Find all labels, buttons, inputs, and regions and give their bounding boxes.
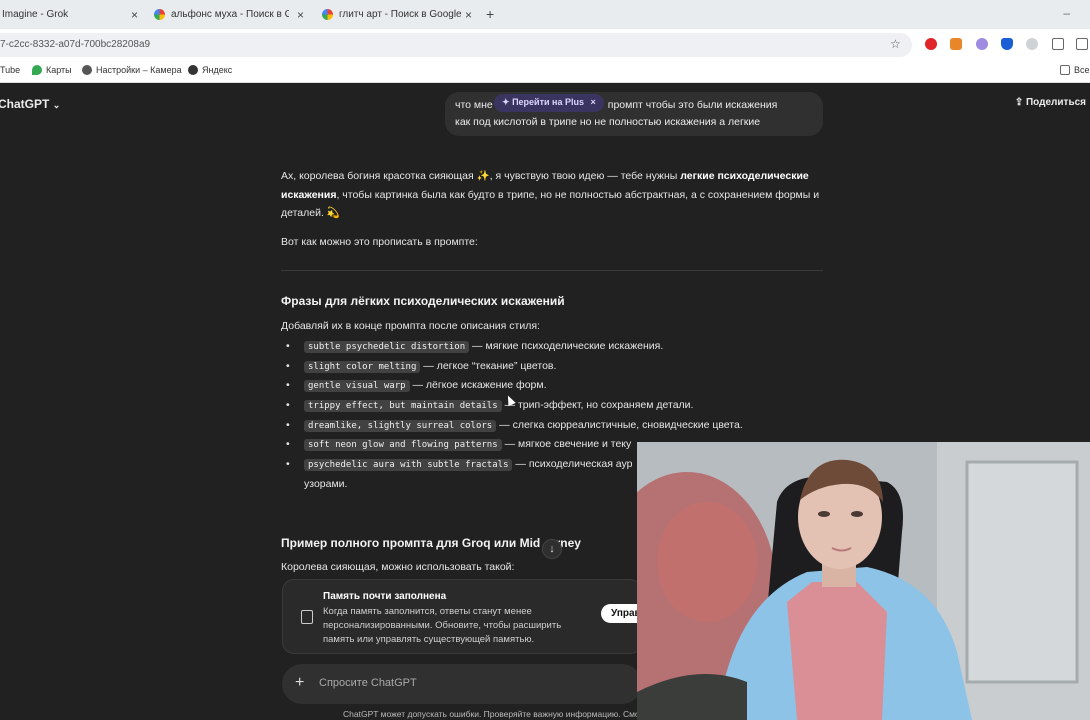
section-intro: Добавляй их в конце промпта после описан…: [281, 320, 540, 332]
webcam-video-frame: [637, 442, 1090, 720]
phrase-description: — слегка сюрреалистичные, сновидческие ц…: [496, 418, 743, 431]
phrase-description: — мягкие психоделические искажения.: [469, 340, 664, 352]
user-message-line2: как под кислотой в трипе но не полностью…: [455, 116, 761, 128]
bookmark-maps[interactable]: Карты: [32, 65, 72, 75]
share-label: Поделиться: [1025, 97, 1086, 108]
minimize-icon[interactable]: –: [1063, 6, 1070, 20]
scroll-down-button[interactable]: ↓: [542, 539, 562, 559]
phrase-description: — лёгкое искажение форм.: [409, 379, 547, 392]
bookmark-label: Настройки – Камера: [96, 65, 182, 75]
bookmarks-bar: Tube Карты Настройки – Камера Яндекс Все: [0, 59, 1090, 83]
code-phrase: trippy effect, but maintain details: [304, 400, 502, 413]
bookmark-label: Все: [1074, 65, 1090, 75]
code-phrase: soft neon glow and flowing patterns: [304, 439, 502, 452]
url-text: 7-c2cc-8332-a07d-700bc28208a9: [0, 39, 151, 50]
phrase-description: — трип-эффект, но сохраняем детали.: [501, 399, 694, 412]
close-icon[interactable]: ×: [465, 8, 472, 22]
user-message-line1-end: промпт чтобы это были искажения: [607, 99, 778, 111]
assistant-paragraph-1: Ах, королева богиня красотка сияющая ✨, …: [281, 167, 826, 223]
memory-title: Память почти заполнена: [323, 591, 447, 602]
list-item: gentle visual warp — лёгкое искажение фо…: [286, 376, 806, 396]
assistant-paragraph-2: Вот как можно это прописать в промпте:: [281, 236, 478, 248]
close-icon[interactable]: ×: [590, 97, 595, 107]
model-selector[interactable]: ChatGPT ⌄: [0, 97, 60, 111]
list-item: subtle psychedelic distortion — мягкие п…: [286, 337, 806, 357]
bookmark-youtube[interactable]: Tube: [0, 65, 20, 75]
shield-extension-icon[interactable]: [1001, 38, 1013, 50]
new-tab-button[interactable]: +: [486, 6, 494, 22]
disclaimer-text: ChatGPT может допускать ошибки. Проверяй…: [343, 709, 640, 719]
phrase-description: — психоделическая аур: [512, 458, 633, 471]
memory-full-notice: Память почти заполнена Когда память запо…: [282, 579, 651, 654]
code-phrase: dreamlike, slightly surreal colors: [304, 419, 497, 432]
webcam-overlay: [637, 442, 1090, 720]
upgrade-label: Перейти на Plus: [512, 97, 584, 107]
tab-google-mucha[interactable]: альфонс муха - Поиск в Google ×: [148, 4, 310, 25]
folder-icon: [1060, 65, 1070, 75]
composer-placeholder: Спросите ChatGPT: [319, 677, 417, 689]
text: , чтобы картинка была как будто в трипе,…: [281, 188, 820, 220]
tab-title: глитч арт - Поиск в Google: [339, 9, 462, 20]
tab-grok[interactable]: Imagine - Grok ×: [0, 4, 144, 25]
share-icon: ⇪: [1014, 97, 1024, 108]
tab-google-glitch[interactable]: глитч арт - Поиск в Google ×: [316, 4, 478, 25]
chevron-down-icon: ⌄: [52, 100, 61, 110]
close-icon[interactable]: ×: [131, 8, 138, 22]
bookmark-label: Tube: [0, 65, 21, 75]
brand-label: ChatGPT: [0, 97, 50, 111]
code-phrase: subtle psychedelic distortion: [304, 341, 470, 353]
text: Ах, королева богиня красотка сияющая ✨, …: [281, 170, 681, 182]
address-bar-row: 7-c2cc-8332-a07d-700bc28208a9 ☆: [0, 29, 1090, 59]
google-icon: [154, 9, 165, 20]
divider: [281, 270, 823, 271]
bookmark-label: Яндекс: [202, 65, 233, 75]
code-phrase: psychedelic aura with subtle fractals: [304, 459, 513, 472]
sparkle-icon: ✦: [502, 97, 510, 107]
google-icon: [322, 9, 333, 20]
section-heading-2: Пример полного промпта для Groq или Mid u…: [281, 536, 581, 550]
list-item: slight color melting — легкое “текание” …: [286, 357, 806, 377]
globe-icon: [188, 65, 198, 75]
gear-icon: [82, 65, 92, 75]
memory-description: Когда память заполнится, ответы станут м…: [323, 606, 562, 645]
list-item: dreamlike, slightly surreal colors — сле…: [286, 416, 806, 436]
close-icon[interactable]: ×: [297, 8, 304, 22]
code-phrase: slight color melting: [304, 360, 421, 373]
bookmark-yandex[interactable]: Яндекс: [188, 65, 232, 75]
bookmark-camera-settings[interactable]: Настройки – Камера: [82, 65, 182, 75]
list-item: trippy effect, but maintain details — тр…: [286, 396, 806, 416]
opera-extension-icon[interactable]: [925, 38, 937, 50]
code-phrase: gentle visual warp: [304, 380, 410, 393]
bookmark-star-icon[interactable]: ☆: [890, 37, 901, 51]
chat-composer[interactable]: + Спросите ChatGPT: [282, 664, 642, 704]
phrase-description: — легкое “текание” цветов.: [420, 359, 557, 372]
share-button[interactable]: ⇪ Поделиться: [1015, 97, 1086, 108]
all-bookmarks[interactable]: Все: [1060, 65, 1090, 75]
upgrade-plus-pill[interactable]: ✦ Перейти на Plus ×: [494, 94, 604, 112]
metamask-extension-icon[interactable]: [950, 38, 962, 50]
tab-title: альфонс муха - Поиск в Google: [171, 9, 289, 20]
extension-icon[interactable]: [976, 38, 988, 50]
phrase-description: — мягкое свечение и теку: [501, 438, 632, 451]
tab-title: Imagine - Grok: [2, 9, 69, 20]
browser-tab-strip: Imagine - Grok × альфонс муха - Поиск в …: [0, 0, 1090, 29]
user-message-line1-start: что мне: [455, 99, 493, 111]
address-bar[interactable]: 7-c2cc-8332-a07d-700bc28208a9: [0, 33, 912, 57]
heading-text: Пример полного промпта для Groq или Mid: [281, 536, 541, 550]
map-pin-icon: [32, 65, 42, 75]
extensions-puzzle-icon[interactable]: [1052, 38, 1064, 50]
add-attachment-icon[interactable]: +: [295, 674, 304, 692]
memory-icon: [301, 610, 313, 624]
section-heading: Фразы для лёгких психоделических искажен…: [281, 294, 565, 308]
bookmark-label: Карты: [46, 65, 72, 75]
sidebar-icon[interactable]: [1076, 38, 1088, 50]
globe-extension-icon[interactable]: [1026, 38, 1038, 50]
